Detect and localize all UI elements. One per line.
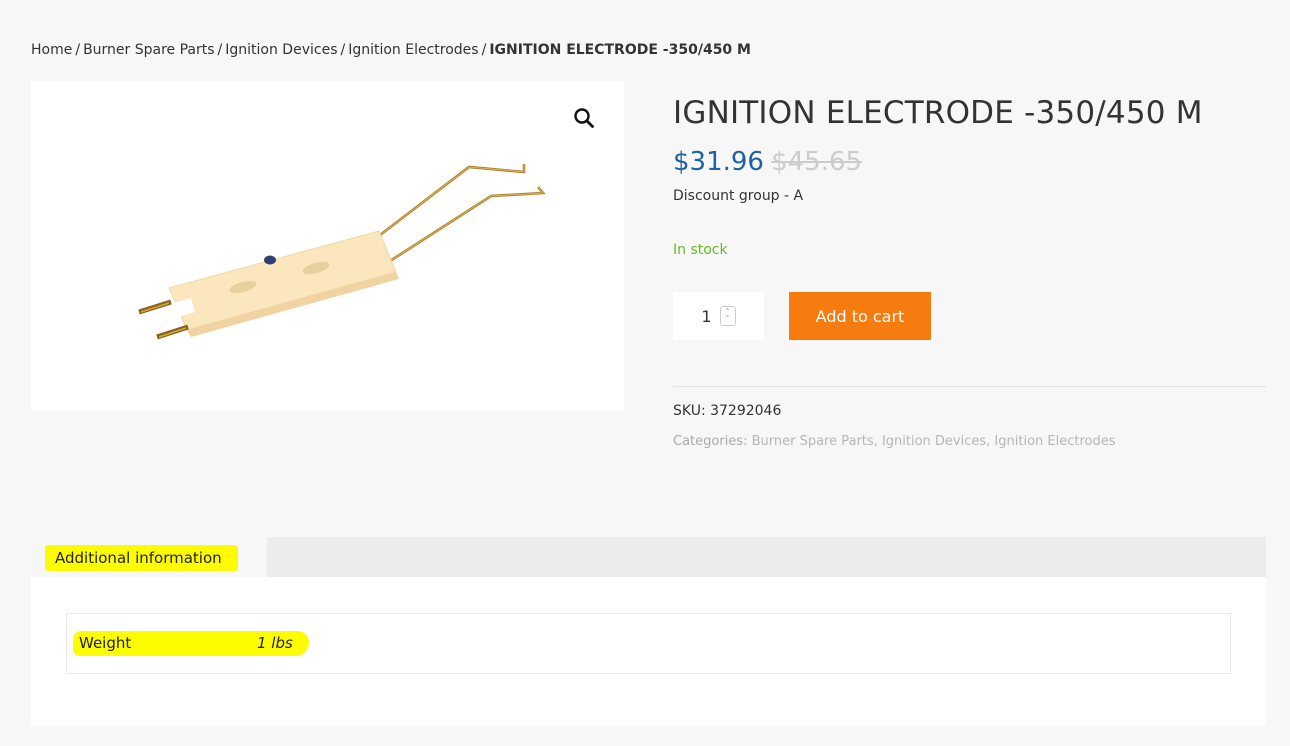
category-link-ignition-electrodes[interactable]: Ignition Electrodes xyxy=(994,434,1115,449)
breadcrumb-separator: / xyxy=(340,42,346,58)
sku-value: 37292046 xyxy=(710,403,782,419)
attributes-table: Weight 1 lbs xyxy=(66,613,1231,674)
discount-group: Discount group - A xyxy=(673,188,804,204)
regular-price: $45.65 xyxy=(771,147,863,177)
quantity-input[interactable]: 1 xyxy=(701,307,711,326)
tab-label: Additional information xyxy=(55,549,222,567)
breadcrumb-home[interactable]: Home xyxy=(31,42,72,58)
category-link-ignition-devices[interactable]: Ignition Devices xyxy=(882,434,986,449)
product-summary: IGNITION ELECTRODE -350/450 M $31.96 $45… xyxy=(673,95,1266,449)
categories-label: Categories: xyxy=(673,434,748,449)
sku: SKU: 37292046 xyxy=(673,403,781,419)
quantity-stepper[interactable]: 1 ˄ ˅ xyxy=(673,292,764,340)
product-gallery xyxy=(31,81,624,411)
breadcrumb: Home / Burner Spare Parts / Ignition Devices… xyxy=(31,42,751,58)
attribute-name: Weight xyxy=(79,634,132,652)
sku-label: SKU: xyxy=(673,403,706,419)
divider xyxy=(673,386,1266,387)
spinner-icon[interactable]: ˄ ˅ xyxy=(719,306,736,326)
tab-panel: Weight 1 lbs xyxy=(31,577,1266,726)
tabs-bar: Additional information xyxy=(31,537,1266,577)
breadcrumb-ignition-electrodes[interactable]: Ignition Electrodes xyxy=(348,42,478,58)
breadcrumb-separator: / xyxy=(75,42,81,58)
product-title: IGNITION ELECTRODE -350/450 M xyxy=(673,95,1203,131)
categories: Categories: Burner Spare Parts, Ignition… xyxy=(673,434,1116,449)
breadcrumb-separator: / xyxy=(481,42,487,58)
tab-additional-information[interactable]: Additional information xyxy=(31,537,267,577)
zoom-button[interactable] xyxy=(571,105,597,131)
breadcrumb-current: IGNITION ELECTRODE -350/450 M xyxy=(489,42,751,58)
breadcrumb-separator: / xyxy=(217,42,223,58)
price: $31.96 $45.65 xyxy=(673,147,862,177)
attribute-value: 1 lbs xyxy=(257,634,293,652)
stock-status: In stock xyxy=(673,242,728,258)
product-image[interactable] xyxy=(131,141,551,361)
add-to-cart-button[interactable]: Add to cart xyxy=(789,292,931,340)
breadcrumb-burner-spare-parts[interactable]: Burner Spare Parts xyxy=(83,42,214,58)
breadcrumb-ignition-devices[interactable]: Ignition Devices xyxy=(225,42,337,58)
category-link-burner-spare-parts[interactable]: Burner Spare Parts xyxy=(752,434,874,449)
sale-price: $31.96 xyxy=(673,147,764,177)
magnifier-icon[interactable] xyxy=(573,107,595,129)
